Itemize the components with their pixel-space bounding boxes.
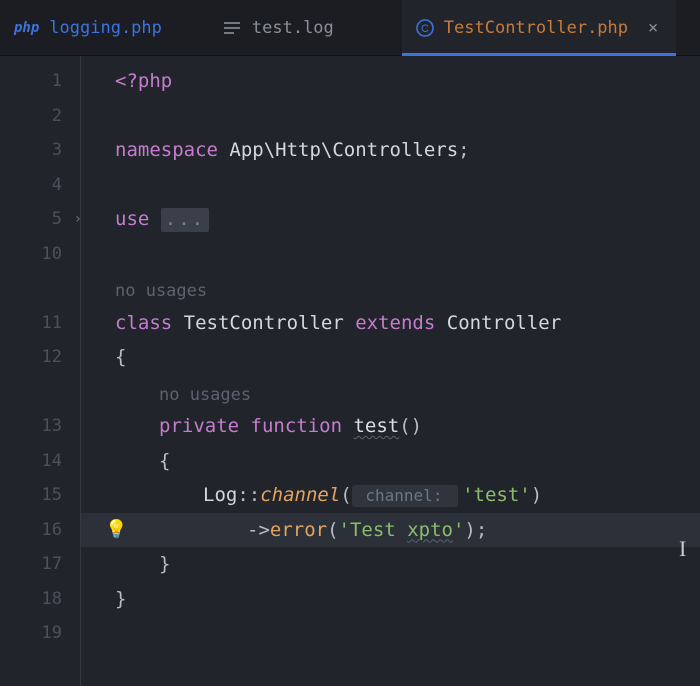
tab-label: test.log <box>252 18 334 38</box>
line-number[interactable]: 3 <box>0 133 80 168</box>
tab-test-log[interactable]: test.log <box>210 0 352 55</box>
code-line[interactable]: } <box>115 582 700 617</box>
code-line[interactable] <box>115 99 700 134</box>
svg-text:C: C <box>421 23 429 35</box>
code-line-current[interactable]: 💡->error('Test xpto'); <box>81 513 700 548</box>
code-line[interactable]: use ... <box>115 202 700 237</box>
tab-testcontroller-php[interactable]: C TestController.php × <box>402 0 676 55</box>
line-number[interactable]: 11 <box>0 306 80 341</box>
editor: 1 2 3 4 5› 10 11 12 13 14 15 16 17 18 19… <box>0 56 700 686</box>
line-number[interactable]: 16 <box>0 513 80 548</box>
line-number[interactable] <box>0 375 80 410</box>
code-line[interactable]: namespace App\Http\Controllers; <box>115 133 700 168</box>
line-number[interactable]: 1 <box>0 64 80 99</box>
line-number[interactable]: 19 <box>0 616 80 651</box>
code-line[interactable]: { <box>115 444 700 479</box>
usage-hint[interactable]: no usages <box>115 271 700 306</box>
code-line[interactable] <box>115 168 700 203</box>
code-area[interactable]: <?php namespace App\Http\Controllers; us… <box>81 56 700 686</box>
code-line[interactable] <box>115 616 700 651</box>
line-number[interactable]: 13 <box>0 409 80 444</box>
code-line[interactable]: Log::channel( channel: 'test') <box>115 478 700 513</box>
code-line[interactable]: } <box>115 547 700 582</box>
tab-logging-php[interactable]: php logging.php <box>0 0 180 55</box>
tab-label: logging.php <box>49 18 162 38</box>
code-line[interactable]: private function test() <box>115 409 700 444</box>
gutter: 1 2 3 4 5› 10 11 12 13 14 15 16 17 18 19 <box>0 56 80 686</box>
line-number[interactable]: 17 <box>0 547 80 582</box>
line-number[interactable]: 18 <box>0 582 80 617</box>
lightbulb-icon[interactable]: 💡 <box>105 513 127 548</box>
line-number[interactable]: 4 <box>0 168 80 203</box>
tab-bar: php logging.php test.log C TestControlle… <box>0 0 700 56</box>
code-line[interactable] <box>115 237 700 272</box>
line-number[interactable]: 15 <box>0 478 80 513</box>
line-number[interactable]: 12 <box>0 340 80 375</box>
line-number[interactable]: 10 <box>0 237 80 272</box>
line-number[interactable]: 14 <box>0 444 80 479</box>
tab-label: TestController.php <box>444 18 628 38</box>
usage-hint[interactable]: no usages <box>115 375 700 410</box>
lines-icon <box>224 21 242 35</box>
code-line[interactable]: class TestController extends Controller <box>115 306 700 341</box>
line-number[interactable] <box>0 271 80 306</box>
class-c-icon: C <box>416 19 434 37</box>
close-icon[interactable]: × <box>648 18 658 38</box>
php-icon: php <box>14 20 39 36</box>
code-line[interactable]: <?php <box>115 64 700 99</box>
text-cursor-icon: I <box>679 536 686 562</box>
folded-code[interactable]: ... <box>161 208 209 232</box>
line-number[interactable]: 2 <box>0 99 80 134</box>
param-hint: channel: <box>352 485 458 507</box>
line-number[interactable]: 5› <box>0 202 80 237</box>
code-line[interactable]: { <box>115 340 700 375</box>
